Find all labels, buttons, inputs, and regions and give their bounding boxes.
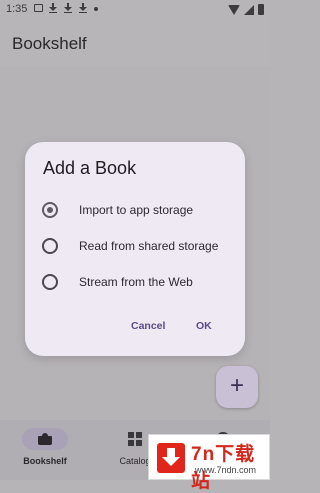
add-book-dialog: Add a Book Import to app storage Read fr…	[25, 142, 245, 356]
watermark-url: www.7ndn.com	[195, 465, 257, 475]
option-label: Read from shared storage	[79, 239, 219, 253]
status-bar: 1:35	[0, 0, 270, 20]
radio-unchecked-icon[interactable]	[42, 274, 58, 290]
page-title: Bookshelf	[12, 34, 87, 53]
signal-icon	[244, 4, 254, 15]
system-icons	[228, 4, 264, 15]
dot-icon	[94, 7, 98, 11]
nav-indicator	[22, 428, 68, 450]
add-book-fab[interactable]: +	[216, 366, 258, 408]
radio-unchecked-icon[interactable]	[42, 238, 58, 254]
option-label: Import to app storage	[79, 203, 194, 217]
book-icon	[38, 433, 52, 445]
radio-checked-icon[interactable]	[42, 202, 58, 218]
watermark: 7n下载站 www.7ndn.com	[148, 434, 270, 492]
download-icon	[79, 3, 88, 13]
nav-label-bookshelf: Bookshelf	[23, 456, 67, 466]
grid-icon	[128, 432, 142, 446]
notification-icons	[34, 3, 98, 13]
wifi-icon	[228, 4, 240, 15]
download-logo-icon	[157, 443, 185, 473]
image-icon	[34, 4, 43, 12]
cancel-button[interactable]: Cancel	[131, 320, 165, 332]
ok-button[interactable]: OK	[196, 320, 212, 332]
download-icon	[64, 3, 73, 13]
app-bar: Bookshelf	[0, 20, 270, 66]
nav-item-bookshelf[interactable]: Bookshelf	[15, 428, 75, 466]
option-label: Stream from the Web	[79, 275, 193, 289]
option-read-from-shared-storage[interactable]: Read from shared storage	[42, 235, 242, 259]
add-icon: +	[229, 372, 244, 399]
option-import-to-app-storage[interactable]: Import to app storage	[42, 199, 242, 223]
option-stream-from-web[interactable]: Stream from the Web	[42, 271, 242, 295]
status-time: 1:35	[6, 3, 28, 15]
battery-icon	[258, 4, 264, 15]
dialog-title: Add a Book	[43, 158, 137, 178]
download-icon	[49, 3, 58, 13]
